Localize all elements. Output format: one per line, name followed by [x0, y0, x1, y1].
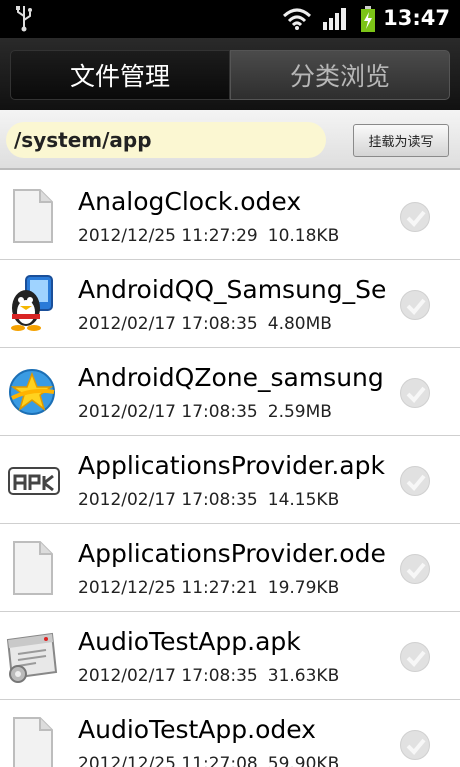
select-checkbox[interactable]	[400, 378, 430, 408]
list-item[interactable]: ApplicationsProvider.ode 2012/12/25 11:2…	[0, 524, 460, 612]
file-size: 2.59MB	[267, 402, 332, 422]
file-size: 4.80MB	[267, 314, 332, 334]
checkmark-icon	[406, 474, 426, 491]
file-date: 2012/02/17 17:08:35	[78, 666, 258, 686]
file-date: 2012/02/17 17:08:35	[78, 490, 258, 510]
list-item[interactable]: AndroidQZone_samsung 2012/02/17 17:08:35…	[0, 348, 460, 436]
list-item[interactable]: ApplicationsProvider.apk 2012/02/17 17:0…	[0, 436, 460, 524]
path-bar: /system/app 挂载为读写	[0, 110, 460, 170]
file-size: 19.79KB	[267, 578, 340, 598]
checkmark-icon	[406, 386, 426, 403]
file-name: AndroidQQ_Samsung_Se	[78, 275, 386, 304]
apk-icon	[8, 467, 60, 495]
file-name: ApplicationsProvider.apk	[78, 451, 385, 480]
file-size: 31.63KB	[267, 666, 340, 686]
select-checkbox[interactable]	[400, 202, 430, 232]
battery-charging-icon	[361, 6, 375, 32]
file-date: 2012/02/17 17:08:35	[78, 402, 258, 422]
usb-icon	[16, 6, 32, 32]
checkmark-icon	[406, 562, 426, 579]
clock: 13:47	[383, 6, 450, 30]
tab-file-manager[interactable]: 文件管理	[10, 50, 230, 100]
select-checkbox[interactable]	[400, 466, 430, 496]
list-item[interactable]: AnalogClock.odex 2012/12/25 11:27:29 10.1…	[0, 172, 460, 260]
status-bar: 13:47	[0, 0, 460, 38]
wifi-icon	[282, 8, 312, 30]
checkmark-icon	[406, 210, 426, 227]
current-path[interactable]: /system/app	[6, 122, 326, 158]
select-checkbox[interactable]	[400, 730, 430, 760]
list-item[interactable]: AndroidQQ_Samsung_Se 2012/02/17 17:08:35…	[0, 260, 460, 348]
list-item[interactable]: AudioTestApp.odex 2012/12/25 11:27:08 59.…	[0, 700, 460, 767]
tab-bar: 文件管理 分类浏览	[0, 38, 460, 110]
select-checkbox[interactable]	[400, 642, 430, 672]
file-name: AudioTestApp.apk	[78, 627, 301, 656]
file-icon	[13, 717, 53, 767]
file-list[interactable]: AnalogClock.odex 2012/12/25 11:27:29 10.1…	[0, 172, 460, 767]
tab-category-browse[interactable]: 分类浏览	[230, 50, 450, 100]
file-name: ApplicationsProvider.ode	[78, 539, 386, 568]
file-date: 2012/12/25 11:27:29	[78, 226, 258, 246]
select-checkbox[interactable]	[400, 290, 430, 320]
file-name: AnalogClock.odex	[78, 187, 302, 216]
file-date: 2012/12/25 11:27:21	[78, 578, 258, 598]
file-name: AndroidQZone_samsung	[78, 363, 384, 392]
app-package-icon	[6, 632, 58, 683]
file-icon	[13, 189, 53, 243]
file-date: 2012/02/17 17:08:35	[78, 314, 258, 334]
select-checkbox[interactable]	[400, 554, 430, 584]
checkmark-icon	[406, 650, 426, 667]
checkmark-icon	[406, 738, 426, 755]
list-item[interactable]: AudioTestApp.apk 2012/02/17 17:08:35 31.6…	[0, 612, 460, 700]
qq-penguin-icon	[11, 275, 53, 331]
file-icon	[13, 541, 53, 595]
mount-read-write-button[interactable]: 挂载为读写	[353, 124, 449, 157]
file-size: 59.90KB	[267, 754, 340, 767]
file-name: AudioTestApp.odex	[78, 715, 316, 744]
checkmark-icon	[406, 298, 426, 315]
file-date: 2012/12/25 11:27:08	[78, 754, 258, 767]
qzone-star-icon	[9, 369, 55, 415]
file-size: 14.15KB	[267, 490, 340, 510]
signal-strength-icon	[323, 8, 346, 30]
file-size: 10.18KB	[267, 226, 340, 246]
